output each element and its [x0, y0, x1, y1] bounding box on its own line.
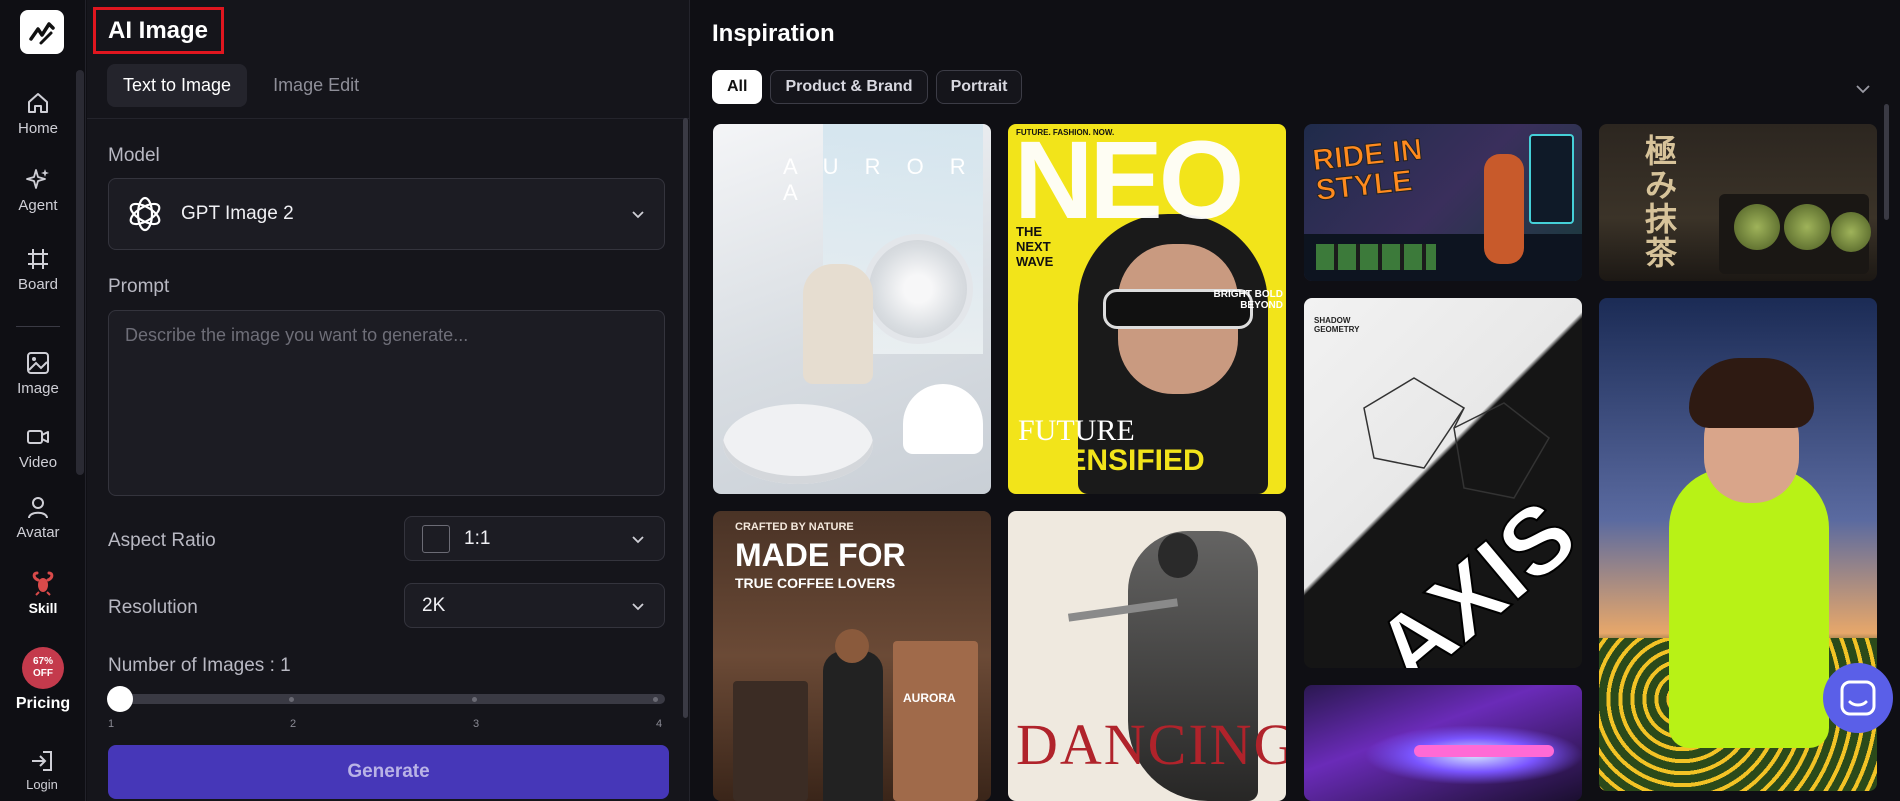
resolution-value: 2K	[422, 594, 446, 616]
panel-divider	[87, 118, 690, 119]
mode-tabs: Text to Image Image Edit	[107, 64, 385, 107]
model-select[interactable]: GPT Image 2	[108, 178, 665, 250]
num-images-slider[interactable]	[108, 694, 665, 704]
card-text: CRAFTED BY NATURE	[735, 521, 854, 533]
generation-panel: AI Image Text to Image Image Edit Model …	[87, 0, 690, 801]
nav-login-label: Login	[26, 777, 58, 792]
card-text: FUTURE	[1018, 414, 1135, 447]
video-icon	[27, 430, 49, 444]
resolution-label: Resolution	[108, 597, 198, 618]
slider-tick: 2	[290, 718, 297, 730]
lobster-icon	[32, 571, 54, 596]
nav-avatar-label: Avatar	[16, 524, 60, 541]
filter-all[interactable]: All	[712, 70, 763, 104]
app-logo[interactable]	[20, 10, 64, 54]
resolution-select[interactable]: 2K	[404, 583, 665, 628]
openai-icon	[129, 196, 161, 232]
card-text: SHADOW GEOMETRY	[1314, 316, 1360, 334]
panel-scrollbar[interactable]	[683, 118, 688, 718]
aspect-ratio-label: Aspect Ratio	[108, 530, 216, 551]
inspiration-card-neon[interactable]	[1304, 685, 1582, 801]
grid-icon	[28, 249, 48, 269]
card-text: BRIGHT BOLD BEYOND	[1213, 289, 1283, 311]
home-icon	[28, 93, 48, 113]
sparkle-icon	[26, 169, 49, 189]
nav-login[interactable]: Login	[4, 748, 80, 793]
inspiration-card-coffee[interactable]: CRAFTED BY NATURE MADE FOR TRUE COFFEE L…	[713, 511, 991, 801]
slider-tick: 4	[656, 718, 663, 730]
tab-image-edit[interactable]: Image Edit	[257, 64, 375, 107]
nav-image[interactable]: Image	[0, 350, 76, 397]
inspiration-title: Inspiration	[712, 20, 835, 47]
chevron-down-icon	[632, 211, 644, 219]
model-label: Model	[108, 145, 160, 166]
slider-tick: 1	[108, 718, 115, 730]
prompt-label: Prompt	[108, 276, 170, 297]
filter-portrait[interactable]: Portrait	[935, 70, 1023, 104]
generate-button[interactable]: Generate	[108, 745, 669, 799]
slider-tick: 3	[473, 718, 480, 730]
tab-text-to-image[interactable]: Text to Image	[107, 64, 248, 107]
nav-image-label: Image	[17, 380, 59, 397]
nav-board[interactable]: Board	[0, 246, 76, 293]
card-text: RIDE IN STYLE	[1311, 133, 1425, 208]
discount-badge: 67% OFF	[22, 647, 64, 689]
page-title: AI Image	[93, 7, 224, 54]
inspiration-card-aurora[interactable]: A U R O R A	[713, 124, 991, 494]
aspect-ratio-value: 1:1	[464, 527, 491, 549]
chat-icon	[1840, 680, 1876, 716]
image-icon	[27, 352, 49, 374]
card-text: INTENSIFIED	[1018, 444, 1205, 477]
logo-icon	[29, 22, 55, 45]
chevron-down-icon	[632, 602, 644, 610]
gallery-scrollbar[interactable]	[1884, 104, 1889, 220]
nav-rail: Home Agent Board Image Video Avatar Skil…	[0, 0, 86, 801]
card-text: MADE FOR	[735, 537, 906, 573]
card-text: A U R O R A	[783, 154, 976, 205]
chevron-down-icon	[632, 535, 644, 543]
card-text: AURORA	[903, 691, 956, 705]
nav-video-label: Video	[18, 454, 58, 471]
aspect-ratio-select[interactable]: 1:1	[404, 516, 665, 561]
chat-support-button[interactable]	[1823, 663, 1893, 733]
inspiration-card-axis[interactable]: SHADOW GEOMETRY AXIS	[1304, 298, 1582, 668]
card-text: NEO	[1014, 124, 1244, 242]
nav-pricing[interactable]: 67% OFF Pricing	[5, 647, 81, 713]
nav-divider	[16, 326, 60, 327]
nav-scrollbar[interactable]	[76, 70, 84, 475]
card-text: THE NEXT WAVE	[1016, 224, 1054, 269]
user-icon	[28, 497, 48, 519]
nav-board-label: Board	[17, 276, 59, 293]
nav-skill-label: Skill	[28, 600, 58, 616]
nav-agent-label: Agent	[18, 197, 58, 214]
login-icon	[32, 751, 52, 771]
discount-off: OFF	[33, 668, 53, 679]
slider-handle[interactable]	[107, 686, 133, 712]
nav-agent[interactable]: Agent	[0, 167, 76, 214]
nav-home[interactable]: Home	[0, 90, 76, 137]
card-text: TRUE COFFEE LOVERS	[735, 575, 896, 591]
inspiration-card-dancing[interactable]: DANCING	[1008, 511, 1286, 801]
nav-pricing-label: Pricing	[15, 695, 71, 712]
inspiration-card-matcha[interactable]: 極み抹茶	[1599, 124, 1877, 281]
model-value: GPT Image 2	[181, 203, 294, 224]
nav-skill[interactable]: Skill	[5, 570, 81, 617]
prompt-input[interactable]	[108, 310, 665, 496]
card-text: 極み抹茶	[1645, 132, 1678, 272]
card-text: FUTURE. FASHION. NOW.	[1016, 128, 1115, 137]
chevron-down-icon[interactable]	[1854, 80, 1872, 98]
filter-product-brand[interactable]: Product & Brand	[770, 70, 928, 104]
nav-video[interactable]: Video	[0, 424, 76, 471]
discount-percent: 67%	[32, 656, 53, 667]
inspiration-card-neo[interactable]: NEO FUTURE. FASHION. NOW. THE NEXT WAVE …	[1008, 124, 1286, 494]
num-images-label: Number of Images : 1	[108, 655, 291, 676]
card-text: DANCING	[1016, 712, 1286, 777]
nav-avatar[interactable]: Avatar	[0, 494, 76, 541]
nav-home-label: Home	[17, 120, 58, 137]
ratio-square-icon	[422, 524, 450, 553]
inspiration-card-ride[interactable]: RIDE IN STYLE	[1304, 124, 1582, 281]
filter-chips: All Product & Brand Portrait	[712, 70, 1030, 104]
